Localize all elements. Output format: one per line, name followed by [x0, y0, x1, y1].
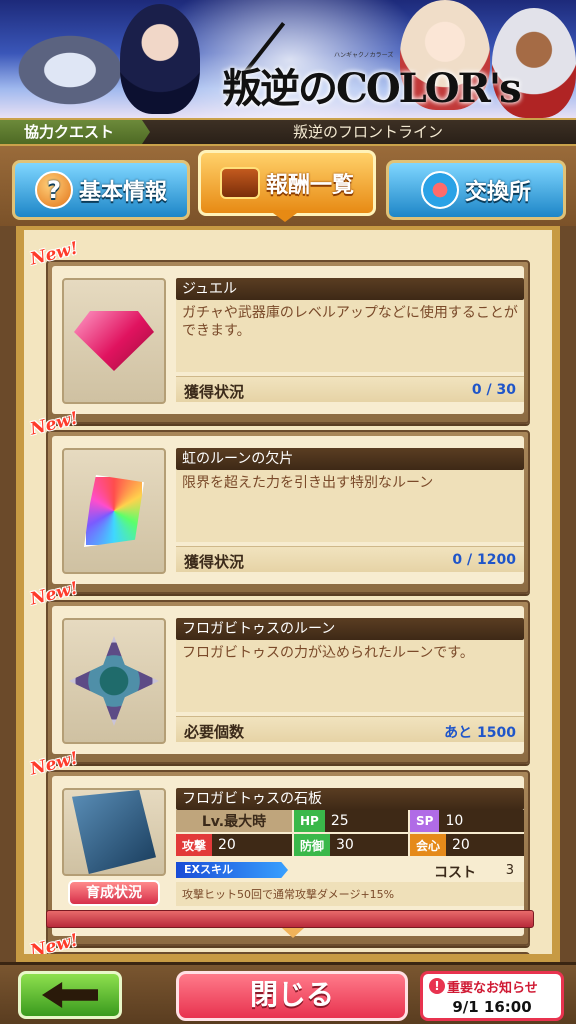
arrow-left-icon [42, 982, 98, 1008]
status-row: 獲得状況 0 / 30 [176, 376, 524, 402]
important-notice-button[interactable]: ! 重要なお知らせ 9/1 16:00 [420, 971, 564, 1021]
defense-stat: 防御 30 [294, 834, 408, 856]
notice-title: 重要なお知らせ [447, 981, 538, 996]
reward-item[interactable]: ジュエル ガチャや武器庫のレベルアップなどに使用することができます。 獲得状況 … [28, 238, 530, 424]
status-label: 必要個数 [184, 723, 245, 741]
item-name: 虹のルーンの欠片 [176, 448, 524, 470]
new-badge: New! [28, 408, 81, 440]
sp-stat: SP 10 [410, 810, 524, 832]
new-badge: New! [28, 930, 81, 962]
breadcrumb-section: 協力クエスト [0, 120, 150, 144]
tab-reward-list[interactable]: 報酬一覧 [198, 150, 376, 216]
defense-value: 30 [336, 837, 354, 853]
treasure-chest-icon [219, 167, 260, 199]
rainbow-rune-icon [84, 475, 144, 547]
critical-stat: 会心 20 [410, 834, 524, 856]
status-value: 0 / 1200 [452, 552, 516, 568]
reward-list-panel[interactable]: ジュエル ガチャや武器庫のレベルアップなどに使用することができます。 獲得状況 … [16, 226, 560, 962]
title-banner: ハンギャクノカラーズ 叛逆のCOLOR's [0, 0, 576, 118]
hp-label: HP [294, 810, 325, 832]
hp-value: 25 [330, 813, 349, 829]
reward-item[interactable]: フロガビトゥスのルーン フロガビトゥスの力が込められたルーンです。 必要個数 あ… [28, 578, 530, 764]
defense-label: 防御 [294, 834, 331, 856]
reward-list: ジュエル ガチャや武器庫のレベルアップなどに使用することができます。 獲得状況 … [28, 238, 530, 954]
cost-value: 3 [505, 863, 514, 878]
game-logo: ハンギャクノカラーズ 叛逆のCOLOR's [222, 22, 522, 112]
item-icon-frame [62, 618, 166, 744]
attack-stat: 攻撃 20 [176, 834, 292, 856]
back-button[interactable] [18, 971, 122, 1019]
notice-date: 9/1 16:00 [452, 998, 532, 1016]
tab-bar: ? 基本情報 報酬一覧 交換所 [0, 146, 576, 226]
status-label: 獲得状況 [184, 553, 245, 571]
active-tab-indicator [269, 210, 301, 222]
hp-stat: HP 25 [294, 810, 408, 832]
status-value: 0 / 30 [471, 382, 516, 398]
attack-value: 20 [218, 837, 236, 853]
reward-card-body: フロガビトゥスのルーン フロガビトゥスの力が込められたルーンです。 必要個数 あ… [52, 606, 524, 754]
critical-label: 会心 [410, 834, 447, 856]
breadcrumb: 協力クエスト 叛逆のフロントライン [0, 118, 576, 146]
expand-details-bar[interactable] [46, 910, 534, 928]
logo-title: 叛逆のCOLOR's [222, 65, 522, 112]
reward-item[interactable]: 虹のルーンの欠片 限界を超えた力を引き出す特別なルーン 獲得状況 0 / 120… [28, 408, 530, 594]
cost-label: コスト [434, 865, 476, 881]
tab-exchange[interactable]: 交換所 [386, 160, 566, 220]
stats-row: 攻撃 20 防御 30 会心 20 [176, 834, 524, 856]
jewel-icon [74, 311, 154, 371]
level-label: Lv.最大時 [176, 810, 292, 832]
chevron-down-icon[interactable] [282, 928, 304, 938]
item-name: フロガビトゥスのルーン [176, 618, 524, 640]
quest-title: 叛逆のフロントライン [292, 123, 443, 141]
item-icon-frame [62, 448, 166, 574]
bottom-bar: 閉じる ! 重要なお知らせ 9/1 16:00 [0, 962, 576, 1024]
sp-label: SP [410, 810, 440, 832]
growth-status-button[interactable]: 育成状況 [68, 880, 160, 906]
ex-skill-row: EXスキル コスト 3 [176, 860, 524, 881]
item-icon-frame [62, 788, 166, 876]
new-badge: New! [28, 238, 81, 270]
status-label: 獲得状況 [184, 383, 245, 401]
exchange-icon [420, 171, 459, 209]
critical-value: 20 [452, 837, 470, 853]
new-badge: New! [28, 748, 81, 780]
new-badge: New! [28, 578, 81, 610]
item-name: ジュエル [176, 278, 524, 300]
item-icon-frame [62, 278, 166, 404]
level-stat: Lv.最大時 [176, 810, 292, 832]
alert-icon: ! [429, 978, 445, 994]
ex-skill-badge: EXスキル [176, 862, 288, 878]
item-description: 限界を超えた力を引き出す特別なルーン [176, 470, 524, 542]
banner-character-art [120, 4, 200, 114]
reward-item[interactable]: New! [28, 930, 530, 954]
tab-label: 報酬一覧 [265, 173, 354, 198]
tab-label: 基本情報 [78, 180, 167, 205]
stats-row: Lv.最大時 HP 25 SP 10 [176, 810, 524, 832]
item-name: フロガビトゥスの石板 [176, 788, 524, 810]
tab-basic-info[interactable]: ? 基本情報 [12, 160, 190, 220]
rune-emblem-icon [69, 636, 159, 726]
reward-card-body: ジュエル ガチャや武器庫のレベルアップなどに使用することができます。 獲得状況 … [52, 266, 524, 414]
stone-slate-icon [72, 790, 156, 874]
stats-grid: Lv.最大時 HP 25 SP 10 攻撃 20 防御 30 会心 20 [176, 810, 524, 858]
close-button[interactable]: 閉じる [176, 971, 408, 1021]
status-row: 必要個数 あと 1500 [176, 716, 524, 742]
attack-label: 攻撃 [176, 834, 213, 856]
item-description: フロガビトゥスの力が込められたルーンです。 [176, 640, 524, 712]
reward-card-body: 虹のルーンの欠片 限界を超えた力を引き出す特別なルーン 獲得状況 0 / 120… [52, 436, 524, 584]
status-value: あと 1500 [444, 725, 516, 741]
banner-creature-art [10, 30, 130, 110]
item-description: ガチャや武器庫のレベルアップなどに使用することができます。 [176, 300, 524, 372]
tab-label: 交換所 [464, 180, 531, 205]
status-row: 獲得状況 0 / 1200 [176, 546, 524, 572]
question-icon: ? [34, 171, 73, 209]
ex-skill-description: 攻撃ヒット50回で通常攻撃ダメージ+15% [176, 882, 524, 906]
sp-value: 10 [445, 813, 464, 829]
